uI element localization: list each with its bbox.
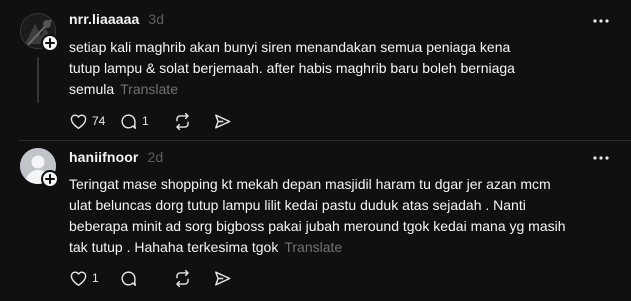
more-options-icon[interactable] bbox=[593, 150, 609, 166]
heart-icon bbox=[70, 113, 87, 129]
username[interactable]: haniifnoor 2d bbox=[69, 149, 163, 165]
thread-line bbox=[37, 57, 39, 103]
like-count: 74 bbox=[92, 114, 106, 128]
post-text-line: tak tutup . Hahaha terkesima tgok bbox=[69, 239, 279, 255]
action-bar: 74 1 bbox=[69, 109, 243, 133]
comment-icon bbox=[121, 113, 136, 129]
translate-link[interactable]: Translate bbox=[284, 239, 342, 255]
post-text-line: ulat beluncas dorg tutup lampu lilit ked… bbox=[69, 197, 526, 213]
repost-icon bbox=[176, 269, 189, 287]
action-bar: 1 bbox=[69, 266, 243, 290]
post-text: Teringat mase shopping kt mekah depan ma… bbox=[69, 174, 609, 258]
username-text[interactable]: nrr.liaaaaa bbox=[69, 11, 139, 27]
comment-icon bbox=[121, 270, 136, 286]
like-button[interactable]: 1 bbox=[69, 269, 119, 288]
send-icon bbox=[215, 113, 231, 129]
username[interactable]: nrr.liaaaaa 3d bbox=[69, 11, 164, 27]
post-text-line: tutup lampu & solat berjemaah. after hab… bbox=[69, 60, 515, 76]
like-count: 1 bbox=[92, 271, 99, 285]
reply-button[interactable]: 1 bbox=[119, 112, 173, 131]
post-time: 3d bbox=[148, 11, 165, 27]
more-options-icon[interactable] bbox=[593, 13, 609, 29]
reply-button[interactable] bbox=[119, 269, 173, 288]
post-text-line: beberapa minit ad sorg bigboss pakai jub… bbox=[69, 218, 566, 234]
share-button[interactable] bbox=[213, 112, 243, 131]
repost-button[interactable] bbox=[173, 112, 213, 131]
follow-plus-icon[interactable] bbox=[41, 34, 59, 52]
post-divider bbox=[19, 140, 631, 141]
send-icon bbox=[215, 270, 231, 286]
follow-plus-icon[interactable] bbox=[41, 170, 59, 188]
heart-icon bbox=[70, 270, 87, 286]
repost-icon bbox=[176, 112, 189, 130]
post-text-line: setiap kali maghrib akan bunyi siren men… bbox=[69, 39, 511, 55]
username-text[interactable]: haniifnoor bbox=[69, 149, 138, 165]
repost-button[interactable] bbox=[173, 269, 213, 288]
like-button[interactable]: 74 bbox=[69, 112, 119, 131]
post-text-line: Teringat mase shopping kt mekah depan ma… bbox=[69, 176, 551, 192]
reply-count: 1 bbox=[142, 114, 149, 128]
share-button[interactable] bbox=[213, 269, 243, 288]
post-text-line: semula bbox=[69, 81, 115, 97]
reply-post: nrr.liaaaaa 3d setiap kali maghrib akan b… bbox=[0, 0, 631, 140]
post-text: setiap kali maghrib akan bunyi siren men… bbox=[69, 37, 609, 100]
translate-link[interactable]: Translate bbox=[120, 81, 178, 97]
post-time: 2d bbox=[147, 149, 164, 165]
